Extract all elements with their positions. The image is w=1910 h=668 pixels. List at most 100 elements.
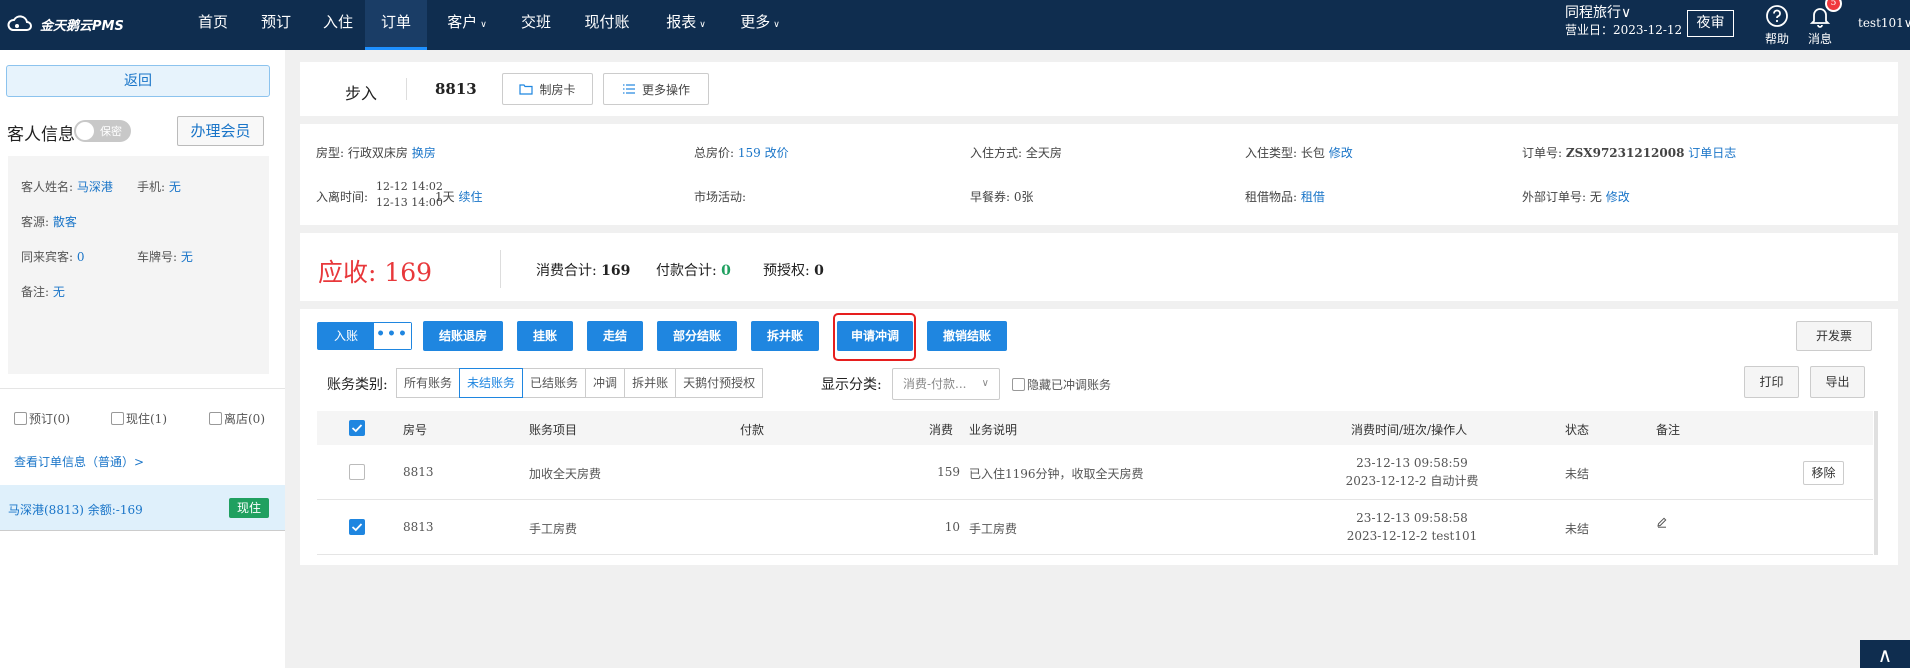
table-row[interactable]: 8813 手工房费 10 手工房费 23-12-13 09:58:58 2023-… <box>317 500 1873 555</box>
plate-row: 车牌号: 无 <box>137 250 193 264</box>
cell-description: 手工房费 <box>969 522 1018 536</box>
nav-customers[interactable]: 客户 ∨ <box>437 0 497 50</box>
privacy-toggle-label: 保密 <box>100 125 122 138</box>
user-menu[interactable]: test101∨ <box>1858 16 1910 30</box>
filter-in-house[interactable]: 现住(1) <box>111 410 167 427</box>
source-row: 客源: 散客 <box>21 215 77 229</box>
help-icon <box>1766 5 1788 27</box>
night-audit-button[interactable]: 夜审 <box>1687 10 1734 37</box>
table-scrollbar[interactable] <box>1874 411 1878 555</box>
app-logo[interactable]: 金天鹅云PMS <box>6 14 124 34</box>
split-merge-button[interactable]: 拆并账 <box>751 321 819 351</box>
total-price-value[interactable]: 159 <box>738 146 761 160</box>
cancel-checkout-button[interactable]: 撤销结账 <box>927 321 1007 351</box>
partial-checkout-button[interactable]: 部分结账 <box>657 321 737 351</box>
companions-link[interactable]: 0 <box>77 250 85 264</box>
export-button[interactable]: 导出 <box>1810 366 1865 398</box>
highlight-frame <box>833 313 916 361</box>
preauth-total: 预授权: 0 <box>763 263 824 279</box>
hotel-selector[interactable]: 同程旅行∨ 营业日：2023-12-12 <box>1565 5 1682 39</box>
nav-reports[interactable]: 报表 ∨ <box>656 0 716 50</box>
filter-reserved[interactable]: 预订(0) <box>14 410 70 427</box>
col-status: 状态 <box>1565 423 1590 437</box>
divider <box>500 250 501 288</box>
nav-checkin[interactable]: 入住 <box>310 0 366 50</box>
order-number-field: 订单号: ZSX97231212008 订单日志 <box>1522 146 1737 160</box>
folder-icon <box>519 84 534 95</box>
col-time: 消费时间/班次/操作人 <box>1351 423 1468 437</box>
help-label: 帮助 <box>1764 32 1789 46</box>
help-button[interactable]: 帮助 <box>1759 4 1795 47</box>
checkout-button[interactable]: 结账退房 <box>423 321 503 351</box>
payment-total: 付款合计: 0 <box>656 263 731 279</box>
chevron-up-icon: ∧ <box>1877 643 1893 667</box>
category-segmented-control: 所有账务 未结账务 已结账务 冲调 拆并账 天鹅付预授权 <box>396 368 764 398</box>
walk-settle-button[interactable]: 走结 <box>587 321 643 351</box>
checkin-type-field: 入住类型: 长包 修改 <box>1245 146 1353 160</box>
guest-name-link[interactable]: 马深港 <box>77 180 113 194</box>
hotel-name: 同程旅行∨ <box>1565 5 1632 21</box>
back-button[interactable]: 返回 <box>6 65 270 97</box>
cell-time: 23-12-13 09:58:59 2023-12-12-2 自动计费 <box>1345 456 1479 488</box>
make-room-card-button[interactable]: 制房卡 <box>502 73 593 105</box>
privacy-toggle[interactable]: 保密 <box>74 120 131 142</box>
nav-cash-account[interactable]: 现付账 <box>576 0 638 50</box>
table-row[interactable]: 8813 加收全天房费 159 已入住1196分钟，收取全天房费 23-12-1… <box>317 445 1873 500</box>
nav-more[interactable]: 更多 ∨ <box>732 0 788 50</box>
filter-departed[interactable]: 离店(0) <box>209 410 265 427</box>
print-button[interactable]: 打印 <box>1744 366 1799 398</box>
plate-link[interactable]: 无 <box>181 250 193 264</box>
toggle-knob <box>76 122 94 140</box>
post-charge-split-button: 入账 ••• <box>317 322 412 350</box>
category-all[interactable]: 所有账务 <box>396 368 461 398</box>
category-preauth[interactable]: 天鹅付预授权 <box>675 368 764 398</box>
phone-row: 手机: 无 <box>137 180 181 194</box>
post-charge-button[interactable]: 入账 <box>318 323 374 349</box>
edit-pencil-icon <box>1657 517 1667 528</box>
message-count-badge: 5 <box>1825 0 1842 12</box>
cell-item: 加收全天房费 <box>529 467 602 481</box>
change-room-link[interactable]: 换房 <box>412 146 436 160</box>
edit-remark-button[interactable] <box>1656 516 1668 531</box>
checkin-method-field: 入住方式: 全天房 <box>970 146 1062 160</box>
hide-reversed-checkbox[interactable]: 隐藏已冲调账务 <box>1012 376 1111 393</box>
order-log-link[interactable]: 订单日志 <box>1688 146 1736 160</box>
nav-orders[interactable]: 订单 <box>365 0 427 50</box>
consumption-total: 消费合计: 169 <box>536 263 631 279</box>
more-operations-button[interactable]: 更多操作 <box>603 73 709 105</box>
category-settled[interactable]: 已结账务 <box>522 368 587 398</box>
invoice-button[interactable]: 开发票 <box>1796 321 1872 351</box>
change-price-link[interactable]: 改价 <box>765 146 789 160</box>
rental-link[interactable]: 租借 <box>1301 190 1325 204</box>
extend-stay-link[interactable]: 续住 <box>458 190 482 204</box>
view-order-info-link[interactable]: 查看订单信息（普通）> <box>14 453 144 470</box>
modify-checkin-type-link[interactable]: 修改 <box>1329 146 1353 160</box>
nav-shift[interactable]: 交班 <box>508 0 564 50</box>
table-header: 房号 账务项目 付款 消费 业务说明 消费时间/班次/操作人 状态 备注 <box>317 411 1873 445</box>
remove-button[interactable]: 移除 <box>1803 461 1844 485</box>
check-icon <box>351 424 363 433</box>
cell-time: 23-12-13 09:58:58 2023-12-12-2 test101 <box>1346 511 1478 543</box>
receivable-amount: 应收: 169 <box>318 258 433 287</box>
nav-reservation[interactable]: 预订 <box>248 0 304 50</box>
phone-link[interactable]: 无 <box>169 180 181 194</box>
guest-info-box: 客人姓名: 马深港 手机: 无 客源: 散客 同来宾客: 0 车牌号: 无 备注… <box>8 156 269 374</box>
display-select[interactable]: 消费-付款... ∨ <box>892 368 1000 400</box>
back-to-top-button[interactable]: ∧ <box>1860 640 1910 668</box>
room-list-item[interactable]: 马深港(8813) 余额:-169 现住 <box>0 485 285 531</box>
divider <box>406 78 407 100</box>
source-link[interactable]: 散客 <box>53 215 77 229</box>
post-more-button[interactable]: ••• <box>374 323 411 349</box>
hang-account-button[interactable]: 挂账 <box>517 321 573 351</box>
select-all-checkbox[interactable] <box>349 420 365 436</box>
register-member-button[interactable]: 办理会员 <box>177 116 264 146</box>
remark-link[interactable]: 无 <box>53 285 65 299</box>
guest-name-row: 客人姓名: 马深港 <box>21 180 113 194</box>
modify-external-order-link[interactable]: 修改 <box>1606 190 1630 204</box>
row-checkbox[interactable] <box>349 464 365 480</box>
category-adjustment[interactable]: 冲调 <box>585 368 626 398</box>
nav-home[interactable]: 首页 <box>185 0 241 50</box>
category-unsettled[interactable]: 未结账务 <box>459 368 524 398</box>
category-split-merge[interactable]: 拆并账 <box>624 368 677 398</box>
row-checkbox[interactable] <box>349 519 365 535</box>
